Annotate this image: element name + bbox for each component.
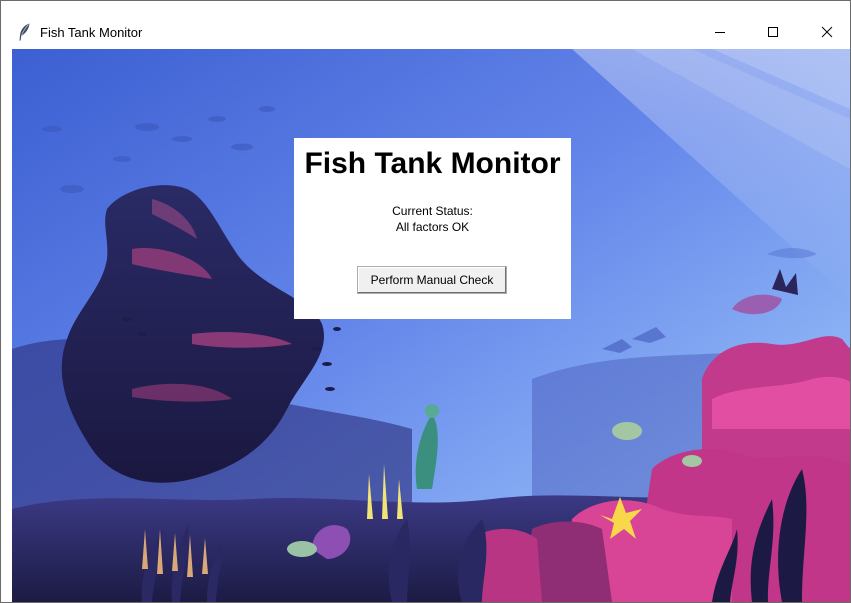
status-panel: Fish Tank Monitor Current Status: All fa… [294, 138, 571, 319]
maximize-icon [768, 27, 778, 37]
maximize-button[interactable] [750, 15, 796, 49]
underwater-background [12, 49, 850, 602]
app-window: Fish Tank Monitor Fish Tank Monitor Curr… [0, 0, 851, 603]
feather-icon [19, 23, 30, 41]
close-button[interactable] [804, 15, 850, 49]
minimize-button[interactable] [697, 15, 743, 49]
main-canvas: Fish Tank Monitor Current Status: All fa… [12, 49, 850, 602]
status-label: Current Status: [392, 204, 473, 218]
window-title: Fish Tank Monitor [40, 25, 143, 40]
panel-heading: Fish Tank Monitor [304, 147, 561, 180]
minimize-icon [715, 32, 725, 33]
manual-check-button[interactable]: Perform Manual Check [357, 266, 507, 294]
status-value: All factors OK [395, 220, 470, 234]
title-bar[interactable]: Fish Tank Monitor [1, 1, 850, 49]
close-icon [821, 26, 833, 38]
